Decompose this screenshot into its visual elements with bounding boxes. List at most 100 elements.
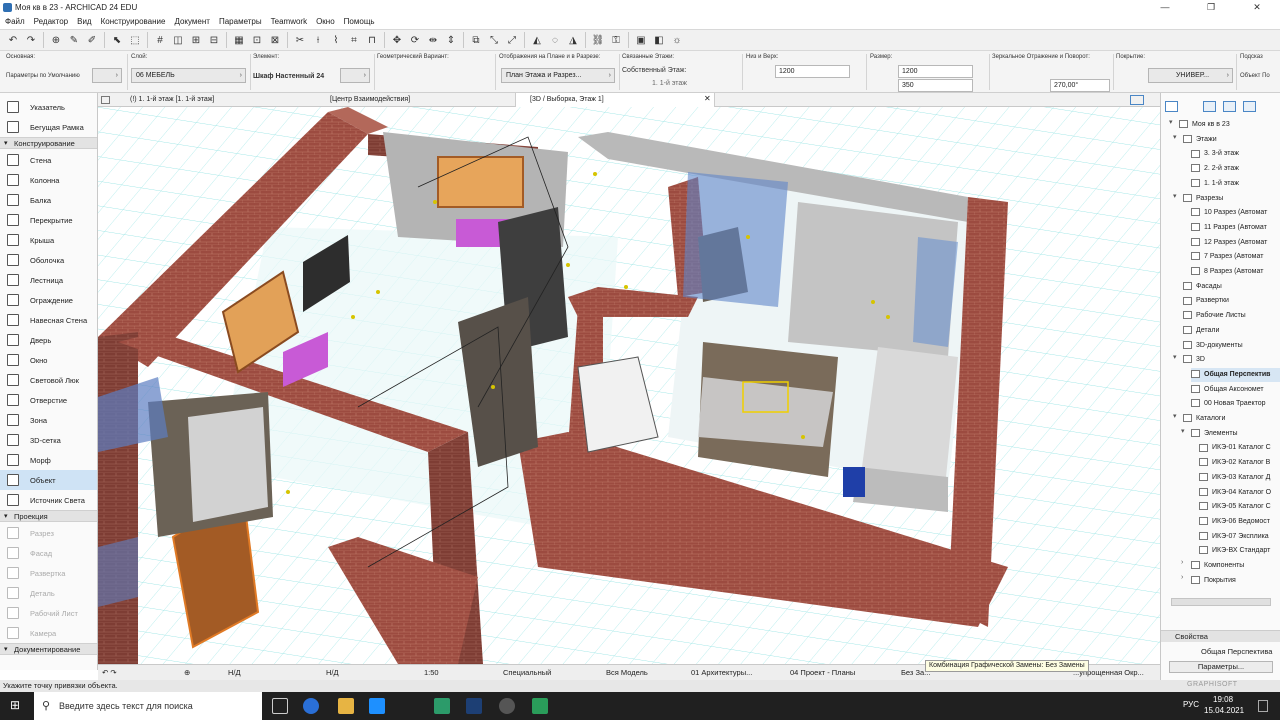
offset-icon[interactable]: ⧉ [469, 33, 483, 47]
nav-3d-1[interactable]: Общая Аксономет [1191, 383, 1280, 397]
render-icon[interactable]: ▣ [634, 33, 648, 47]
input-language[interactable]: РУС [1183, 700, 1199, 709]
linked-value[interactable]: Собственный Этаж: [622, 67, 686, 74]
nav-3d-0[interactable]: Общая Перспектив [1191, 367, 1280, 382]
nav-components[interactable]: Компоненты [1191, 559, 1280, 573]
cutaway-icon[interactable]: ◧ [652, 33, 666, 47]
nav-3d[interactable]: 3D [1183, 353, 1280, 367]
pen-set[interactable]: 04 Проект - Планы [790, 665, 855, 681]
tool-construct-14[interactable]: 3D-сетка [0, 430, 97, 450]
intersect-icon[interactable]: ⊓ [365, 33, 379, 47]
nav-other-2[interactable]: Рабочие Листы [1183, 309, 1280, 323]
tool-construct-4[interactable]: Крыша [0, 230, 97, 250]
rotation-na[interactable]: Н/Д [326, 665, 339, 681]
layer-icon[interactable]: ▦ [232, 33, 246, 47]
height-field[interactable]: 1200 [775, 65, 850, 78]
nav-floors[interactable]: Этажи [1183, 133, 1280, 147]
nav-section-0[interactable]: 10 Разрез (Автомат [1191, 206, 1280, 220]
structure-display[interactable]: Специальный [503, 665, 551, 681]
tool-top-1[interactable]: Бегущая Рамка [0, 117, 97, 137]
model-view-option[interactable]: Вся Модель [606, 665, 648, 681]
obs-icon[interactable] [499, 698, 515, 714]
adjust-icon[interactable]: ⌗ [347, 33, 361, 47]
nav-section-4[interactable]: 8 Разрез (Автомат [1191, 265, 1280, 279]
marquee-icon[interactable]: ⬚ [128, 33, 142, 47]
publisher-icon[interactable] [1243, 101, 1256, 112]
angle-na[interactable]: Н/Д [228, 665, 241, 681]
notifications-icon[interactable] [1258, 700, 1268, 712]
tool-construct-1[interactable]: Колонна [0, 170, 97, 190]
clock-date[interactable]: 15.04.2021 [1204, 706, 1244, 715]
tool-construct-12[interactable]: Отверстие [0, 390, 97, 410]
nav-floor-1[interactable]: 2. 2-й этаж [1191, 162, 1280, 176]
tab-floor-plan[interactable]: (!) 1. 1-й этаж [1. 1-й этаж] [116, 93, 316, 107]
project-map-icon[interactable] [1165, 101, 1178, 112]
section-projection[interactable]: Проекция [0, 510, 97, 523]
tool-construct-7[interactable]: Ограждение [0, 290, 97, 310]
lock-icon[interactable]: ⚿ [609, 33, 623, 47]
sun-icon[interactable]: ☼ [670, 33, 684, 47]
nav-other-0[interactable]: Фасады [1183, 280, 1280, 294]
undo-icon[interactable]: ↶ [6, 33, 20, 47]
zoom-back-icon[interactable]: ↶ ↷ [102, 665, 117, 681]
scale-value[interactable]: 1:50 [424, 665, 439, 681]
snap-icon[interactable]: ◫ [171, 33, 185, 47]
tree-toggle-icon[interactable]: ▾ [1169, 118, 1173, 126]
restore-icon[interactable]: ❐ [1188, 0, 1234, 15]
nav-other-3[interactable]: Детали [1183, 324, 1280, 338]
nav-element-0[interactable]: ИКЭ-01 Каталог С [1199, 441, 1280, 455]
mirror-icon[interactable]: ⇹ [426, 33, 440, 47]
nav-other-1[interactable]: Развертки [1183, 294, 1280, 308]
nav-covers[interactable]: Покрытия [1191, 574, 1280, 588]
orbit-icon[interactable]: ◌ [548, 33, 562, 47]
section-documenting[interactable]: Документирование [0, 643, 97, 656]
nav-section-1[interactable]: 11 Разрез (Автомат [1191, 221, 1280, 235]
minimize-icon[interactable]: — [1142, 0, 1188, 15]
rotate-icon[interactable]: ⟳ [408, 33, 422, 47]
tree-toggle-icon[interactable]: › [1181, 574, 1183, 581]
tree-toggle-icon[interactable]: › [1181, 559, 1183, 566]
nav-section-3[interactable]: 7 Разрез (Автомат [1191, 250, 1280, 264]
tree-toggle-icon[interactable]: ▾ [1173, 133, 1177, 141]
object-icon-picker[interactable] [92, 68, 122, 83]
suspend-groups-icon[interactable]: ⊟ [207, 33, 221, 47]
menu-options[interactable]: Параметры [219, 17, 262, 26]
inject-icon[interactable]: ✎ [67, 33, 81, 47]
close-icon[interactable]: ✕ [1234, 0, 1280, 15]
nav-elements[interactable]: Элементы [1191, 427, 1280, 441]
explorer-icon[interactable] [338, 698, 354, 714]
tool-construct-0[interactable]: Стена [0, 150, 97, 170]
menu-window[interactable]: Окно [316, 17, 335, 26]
layer-combination[interactable]: 01 Архитектуры... [691, 665, 752, 681]
navigator-scrollbar[interactable] [1171, 598, 1271, 606]
tool-construct-3[interactable]: Перекрытие [0, 210, 97, 230]
nav-element-6[interactable]: ИКЭ-07 Экспликa [1199, 530, 1280, 544]
taskbar-search[interactable]: ⚲ Введите здесь текст для поиска [34, 692, 262, 720]
tool-top-0[interactable]: Указатель [0, 97, 97, 117]
tree-toggle-icon[interactable]: ▾ [1173, 412, 1177, 420]
layer-select[interactable]: 06 МЕБЕЛЬ [131, 68, 246, 83]
stretch-icon[interactable]: ⤡ [487, 33, 501, 47]
link-icon[interactable]: ⛓ [591, 33, 605, 47]
width-field[interactable]: 1200 [898, 65, 973, 78]
menu-edit[interactable]: Редактор [34, 17, 68, 26]
depth-field[interactable]: 350 [898, 79, 973, 92]
distribute-icon[interactable]: ⊠ [268, 33, 282, 47]
cover-select[interactable]: УНИВЕР... [1148, 68, 1233, 83]
menu-design[interactable]: Конструирование [101, 17, 166, 26]
archicad-taskbar-icon[interactable] [466, 698, 482, 714]
nav-element-1[interactable]: ИКЭ-02 Каталог В [1199, 456, 1280, 470]
menu-help[interactable]: Помощь [344, 17, 375, 26]
view-map-icon[interactable] [1203, 101, 1216, 112]
tree-toggle-icon[interactable]: ▾ [1173, 192, 1177, 200]
main-value[interactable]: Параметры по Умолчанию [6, 73, 80, 79]
edge-icon[interactable] [303, 698, 319, 714]
nav-other-4[interactable]: 3D-документы [1183, 339, 1280, 353]
tree-toggle-icon[interactable]: ▾ [1181, 427, 1185, 435]
menu-view[interactable]: Вид [77, 17, 91, 26]
nav-floor-0[interactable]: 3. 3-й этаж [1191, 147, 1280, 161]
section-construct[interactable]: Конструирование [0, 137, 97, 150]
tree-toggle-icon[interactable]: ▾ [1173, 353, 1177, 361]
nav-catalogs[interactable]: Каталоги [1183, 412, 1280, 426]
tool-construct-16[interactable]: Объект [0, 470, 97, 490]
